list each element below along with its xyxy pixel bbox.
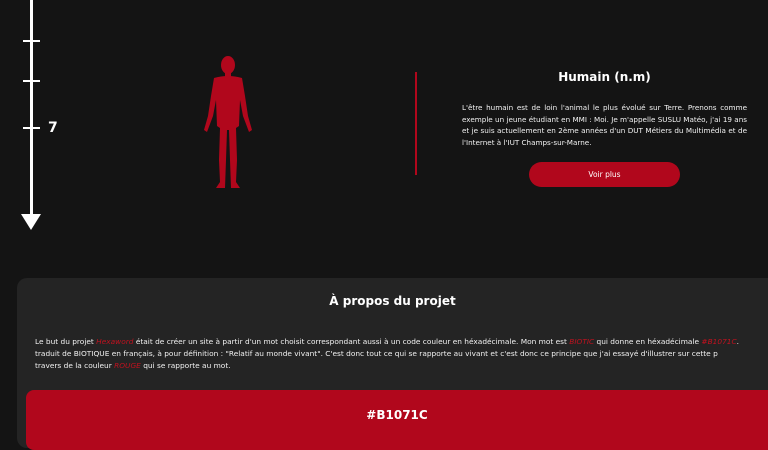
about-title: À propos du projet [329, 294, 456, 308]
hex-highlight: #B1071C [701, 337, 737, 346]
about-text-fragment: Le but du projet [35, 337, 97, 346]
about-description: Le but du projet Hexaword était de créer… [35, 336, 768, 372]
arrow-down-icon [21, 214, 41, 230]
timeline-label: 7 [48, 120, 58, 136]
info-description: L'être humain est de loin l'animal le pl… [462, 103, 747, 147]
timeline-line [30, 0, 33, 218]
about-text-fragment: qui donne en héxadécimale [594, 337, 702, 346]
timeline-tick [23, 80, 40, 82]
color-code: #B1071C [366, 408, 428, 422]
about-text-fragment: travers de la couleur [35, 361, 115, 370]
color-word-highlight: ROUGE [114, 361, 141, 370]
human-silhouette-icon [204, 56, 252, 188]
project-name-highlight: Hexaword [96, 337, 134, 346]
timeline-tick [23, 127, 40, 129]
timeline-scale: 7 [0, 0, 60, 240]
timeline-tick [23, 40, 40, 42]
color-swatch: #B1071C [26, 390, 768, 450]
about-text-fragment: . [736, 337, 739, 346]
about-line-3: travers de la couleur ROUGE qui se rappo… [35, 360, 768, 372]
about-text-fragment: qui se rapporte au mot. [140, 361, 231, 370]
about-text-fragment: était de créer un site à partir d'un mot… [133, 337, 570, 346]
word-highlight: BIOTIC [569, 337, 595, 346]
vertical-divider [415, 72, 417, 175]
about-line-1: Le but du projet Hexaword était de créer… [35, 336, 768, 348]
about-section: À propos du projet Le but du projet Hexa… [17, 278, 768, 450]
about-line-2: traduit de BIOTIQUE en français, à pour … [35, 349, 718, 358]
info-panel: Humain (n.m) L'être humain est de loin l… [462, 66, 747, 148]
see-more-button[interactable]: Voir plus [529, 162, 680, 187]
info-title: Humain (n.m) [558, 70, 651, 84]
